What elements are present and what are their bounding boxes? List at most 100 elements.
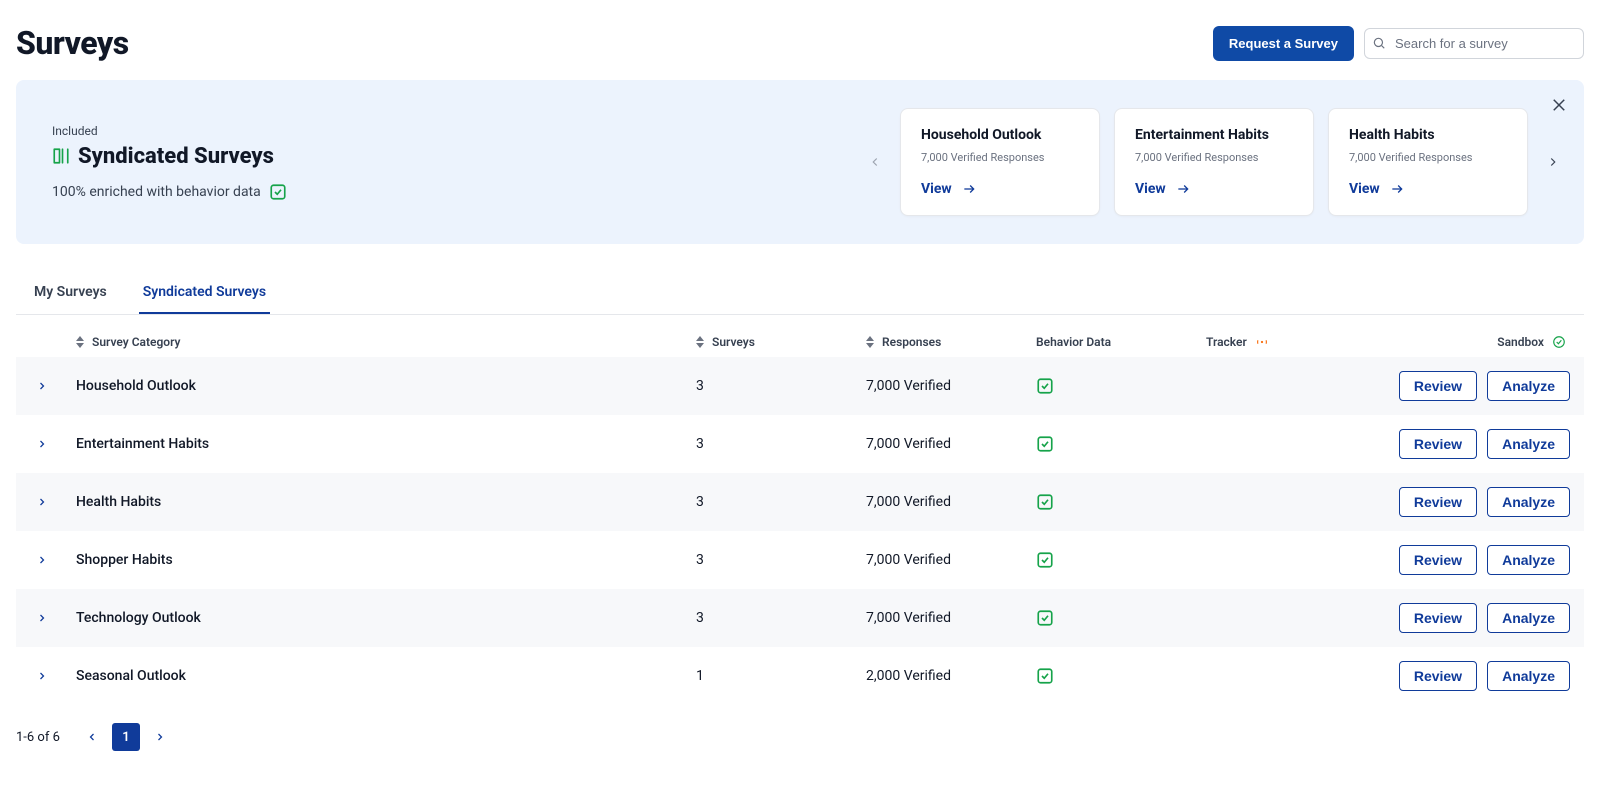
search-input[interactable] xyxy=(1364,28,1584,59)
behavior-data-check-icon xyxy=(1036,493,1206,511)
analyze-button[interactable]: Analyze xyxy=(1487,487,1570,517)
carousel-next-button[interactable] xyxy=(1542,151,1564,173)
card-household-outlook: Household Outlook 7,000 Verified Respons… xyxy=(900,108,1100,216)
table-row: Entertainment Habits37,000 VerifiedRevie… xyxy=(16,415,1584,473)
responses-count: 7,000 Verified xyxy=(866,552,1036,568)
review-button[interactable]: Review xyxy=(1399,429,1477,459)
pagination-range: 1-6 of 6 xyxy=(16,730,60,745)
survey-category-name: Shopper Habits xyxy=(76,552,696,568)
carousel-prev-button[interactable] xyxy=(864,151,886,173)
banner-subtitle-text: 100% enriched with behavior data xyxy=(52,184,261,200)
card-view-label: View xyxy=(1135,181,1166,197)
survey-category-name: Seasonal Outlook xyxy=(76,668,696,684)
col-survey-category[interactable]: Survey Category xyxy=(76,335,696,349)
survey-category-name: Health Habits xyxy=(76,494,696,510)
table-row: Shopper Habits37,000 Verified Review Analy… xyxy=(16,531,1584,589)
table-row: Seasonal Outlook12,000 Verified Review Ana… xyxy=(16,647,1584,705)
expand-row-button[interactable] xyxy=(36,670,76,682)
card-view-label: View xyxy=(921,181,952,197)
card-entertainment-habits: Entertainment Habits 7,000 Verified Resp… xyxy=(1114,108,1314,216)
col-responses[interactable]: Responses xyxy=(866,335,1036,349)
card-view-link[interactable]: View xyxy=(921,181,978,197)
cards-row: Household Outlook 7,000 Verified Respons… xyxy=(900,108,1528,216)
pager-page-1[interactable]: 1 xyxy=(112,723,140,751)
header-actions: Request a Survey xyxy=(1213,26,1584,61)
tabs: My Surveys Syndicated Surveys xyxy=(16,274,1584,315)
table-header: Survey Category Surveys Responses Behavi… xyxy=(16,327,1584,357)
surveys-count: 3 xyxy=(696,378,866,394)
syndicated-banner: Included Syndicated Surveys 100% enriche… xyxy=(16,80,1584,244)
card-title: Health Habits xyxy=(1349,127,1507,143)
expand-row-button[interactable] xyxy=(36,438,76,450)
tab-syndicated-surveys[interactable]: Syndicated Surveys xyxy=(139,274,270,314)
responses-count: 7,000 Verified xyxy=(866,436,1036,452)
tab-my-surveys[interactable]: My Surveys xyxy=(30,274,111,314)
search-icon xyxy=(1372,36,1386,50)
responses-count: 7,000 Verified xyxy=(866,610,1036,626)
row-actions: Review Analyze xyxy=(1376,429,1576,459)
review-button[interactable]: Review xyxy=(1399,603,1477,633)
row-actions: Review Analyze xyxy=(1376,487,1576,517)
behavior-data-check-icon xyxy=(1036,667,1206,685)
check-enriched-icon xyxy=(269,183,287,201)
surveys-count: 3 xyxy=(696,552,866,568)
row-actions: Review Analyze xyxy=(1376,371,1576,401)
responses-count: 7,000 Verified xyxy=(866,494,1036,510)
banner-cards-area: Household Outlook 7,000 Verified Respons… xyxy=(864,108,1564,216)
expand-row-button[interactable] xyxy=(36,554,76,566)
close-banner-button[interactable] xyxy=(1550,96,1568,114)
expand-row-button[interactable] xyxy=(36,380,76,392)
table-row: Health Habits37,000 VerifiedReviewAnalyz… xyxy=(16,473,1584,531)
pager-prev-button[interactable] xyxy=(78,723,106,751)
banner-included-label: Included xyxy=(52,124,864,138)
surveys-count: 1 xyxy=(696,668,866,684)
review-button[interactable]: Review xyxy=(1399,487,1477,517)
page-title: Surveys xyxy=(16,24,129,62)
expand-row-button[interactable] xyxy=(36,612,76,624)
page-header: Surveys Request a Survey xyxy=(16,24,1584,62)
card-health-habits: Health Habits 7,000 Verified Responses V… xyxy=(1328,108,1528,216)
behavior-data-check-icon xyxy=(1036,377,1206,395)
banner-subtitle: 100% enriched with behavior data xyxy=(52,183,864,201)
surveys-count: 3 xyxy=(696,610,866,626)
responses-count: 2,000 Verified xyxy=(866,668,1036,684)
expand-row-button[interactable] xyxy=(36,496,76,508)
row-actions: Review Analyze xyxy=(1376,603,1576,633)
review-button[interactable]: Review xyxy=(1399,661,1477,691)
arrow-right-icon xyxy=(1174,182,1192,196)
behavior-data-check-icon xyxy=(1036,551,1206,569)
responses-count: 7,000 Verified xyxy=(866,378,1036,394)
review-button[interactable]: Review xyxy=(1399,371,1477,401)
row-actions: Review Analyze xyxy=(1376,545,1576,575)
analyze-button[interactable]: Analyze xyxy=(1487,371,1570,401)
card-title: Entertainment Habits xyxy=(1135,127,1293,143)
analyze-button[interactable]: Analyze xyxy=(1487,661,1570,691)
pager-next-button[interactable] xyxy=(146,723,174,751)
arrow-right-icon xyxy=(1388,182,1406,196)
table-row: Household Outlook37,000 Verified Review An… xyxy=(16,357,1584,415)
review-button[interactable]: Review xyxy=(1399,545,1477,575)
behavior-data-check-icon xyxy=(1036,609,1206,627)
pager: 1 xyxy=(78,723,174,751)
analyze-button[interactable]: Analyze xyxy=(1487,429,1570,459)
card-view-link[interactable]: View xyxy=(1135,181,1192,197)
card-meta: 7,000 Verified Responses xyxy=(921,151,1079,164)
sandbox-check-icon xyxy=(1552,335,1566,349)
col-behavior-data: Behavior Data xyxy=(1036,335,1206,349)
survey-category-name: Household Outlook xyxy=(76,378,696,394)
sort-icon xyxy=(866,336,874,348)
behavior-data-check-icon xyxy=(1036,435,1206,453)
col-sandbox: Sandbox xyxy=(1376,335,1576,349)
analyze-button[interactable]: Analyze xyxy=(1487,545,1570,575)
row-actions: Review Analyze xyxy=(1376,661,1576,691)
col-surveys[interactable]: Surveys xyxy=(696,335,866,349)
survey-category-name: Technology Outlook xyxy=(76,610,696,626)
card-meta: 7,000 Verified Responses xyxy=(1349,151,1507,164)
analyze-button[interactable]: Analyze xyxy=(1487,603,1570,633)
table-row: Technology Outlook37,000 Verified Review A… xyxy=(16,589,1584,647)
arrow-right-icon xyxy=(960,182,978,196)
card-view-link[interactable]: View xyxy=(1349,181,1406,197)
request-survey-button[interactable]: Request a Survey xyxy=(1213,26,1354,61)
col-tracker: Tracker xyxy=(1206,335,1376,349)
banner-title-wrap: Syndicated Surveys xyxy=(52,144,864,169)
